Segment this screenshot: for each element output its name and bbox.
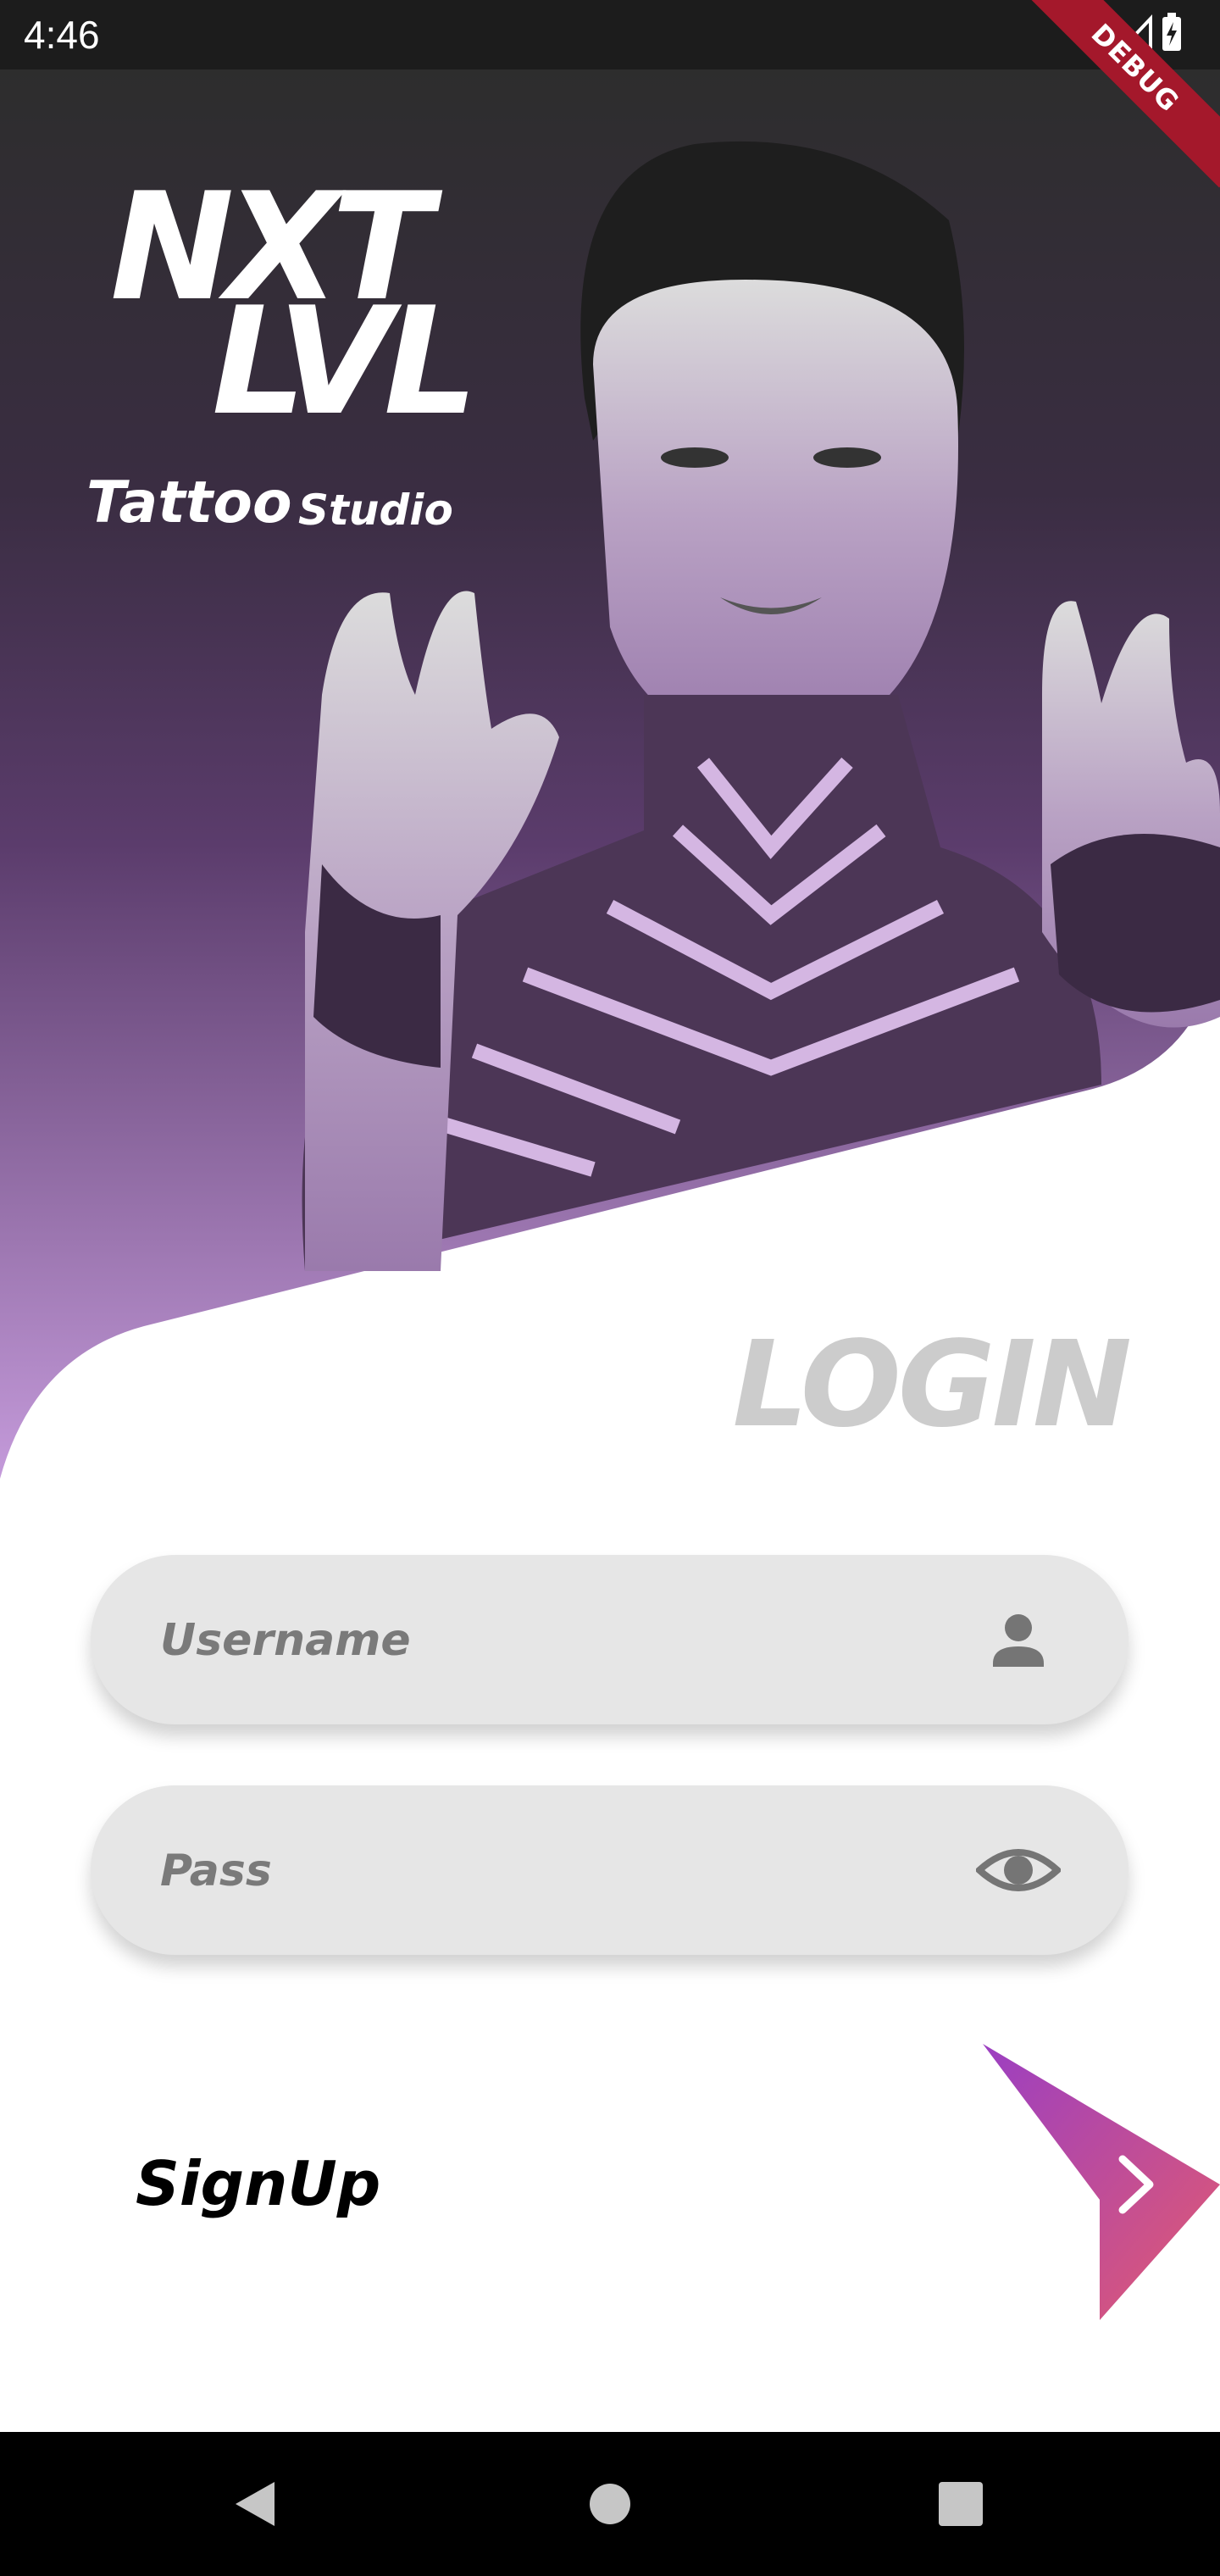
status-time: 4:46 [24, 13, 100, 57]
username-field[interactable] [91, 1555, 1128, 1726]
battery-icon [1162, 13, 1181, 51]
recents-icon[interactable] [927, 2470, 995, 2538]
logo-lvl: LVL [212, 276, 478, 448]
password-field[interactable] [91, 1785, 1128, 1957]
eye-icon[interactable] [976, 1828, 1061, 1913]
login-title: LOGIN [732, 1316, 1132, 1454]
logo-studio: Studio [298, 486, 453, 535]
submit-button[interactable] [974, 2034, 1220, 2330]
password-input[interactable] [158, 1785, 924, 1957]
back-icon[interactable] [220, 2470, 288, 2538]
logo-tattoo: Tattoo [86, 469, 292, 536]
navigation-bar [0, 2432, 1220, 2576]
signup-link[interactable]: SignUp [136, 2148, 380, 2219]
person-icon [993, 1614, 1044, 1667]
home-icon[interactable] [576, 2470, 644, 2538]
username-input[interactable] [158, 1555, 924, 1726]
status-bar: 4:46 [0, 0, 1220, 69]
